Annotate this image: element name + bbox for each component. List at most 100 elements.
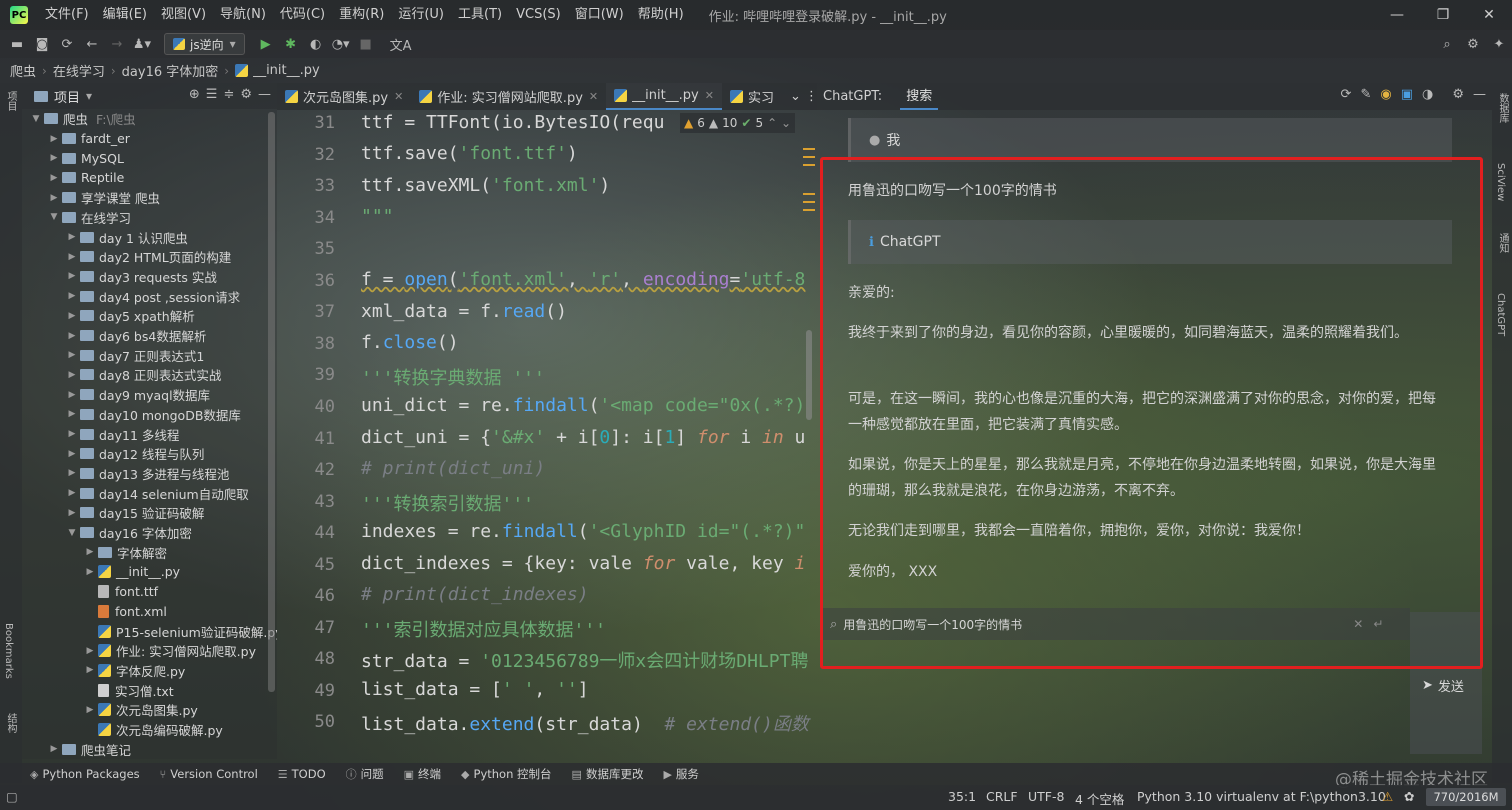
interpreter[interactable]: Python 3.10 virtualenv at F:\python3.10 <box>1137 789 1386 804</box>
locate-icon[interactable]: ⊕ <box>189 87 200 102</box>
tree-item[interactable]: ▶ day2 HTML页面的构建 <box>66 247 232 267</box>
crumb-online[interactable]: 在线学习 <box>53 61 105 80</box>
chevron-right-icon[interactable]: ▶ <box>66 291 78 301</box>
chevron-right-icon[interactable]: ▶ <box>66 468 78 478</box>
tree-item[interactable]: ▶ Reptile <box>48 168 125 188</box>
tab-editor-3[interactable]: 实习 <box>722 83 782 110</box>
chevron-right-icon[interactable]: ▶ <box>66 390 78 400</box>
inspection-widget[interactable]: ▲ 6 ▲ 10 ✔ 5 ⌃ ⌄ <box>680 113 796 133</box>
menu-item-5[interactable]: 重构(R) <box>332 0 391 30</box>
chevron-down-icon[interactable]: ▼ <box>48 212 60 222</box>
save-icon[interactable]: ◙ <box>31 33 53 55</box>
todo-tab[interactable]: ☰ TODO <box>278 767 326 781</box>
tree-item[interactable]: ▶ fardt_er <box>48 129 130 149</box>
open-folder-icon[interactable]: ▬ <box>6 33 28 55</box>
chevron-right-icon[interactable]: ▶ <box>66 252 78 262</box>
tree-item[interactable]: 实习僧.txt <box>84 680 174 700</box>
chevron-right-icon[interactable]: ▶ <box>66 370 78 380</box>
project-tool-tab[interactable]: 项目 <box>3 91 18 111</box>
version-control-tab[interactable]: ⑂ Version Control <box>160 767 258 781</box>
python-console-tab[interactable]: ◆ Python 控制台 <box>461 766 552 782</box>
memory-indicator[interactable]: 770/2016M <box>1426 788 1506 806</box>
tab-editor-0[interactable]: 次元岛图集.py ✕ <box>277 83 411 110</box>
chevron-right-icon[interactable]: ▶ <box>66 488 78 498</box>
tree-item[interactable]: ▶ __init__.py <box>84 562 181 582</box>
search-everywhere-icon[interactable]: ⌕ <box>1436 33 1458 55</box>
chevron-right-icon[interactable]: ▶ <box>84 665 96 675</box>
chevron-right-icon[interactable]: ▶ <box>48 173 60 183</box>
chevron-down-icon[interactable]: ▼ <box>66 528 78 538</box>
chevron-down-icon[interactable]: ▼ <box>30 114 42 124</box>
tab-search[interactable]: 搜索 <box>900 83 939 110</box>
tree-item[interactable]: ▼ day16 字体加密 <box>66 523 192 543</box>
chevron-right-icon[interactable]: ▶ <box>66 350 78 360</box>
back-arrow-icon[interactable]: ← <box>81 33 103 55</box>
tree-item[interactable]: ▶ 作业: 实习僧网站爬取.py <box>84 641 256 661</box>
menu-item-1[interactable]: 编辑(E) <box>96 0 154 30</box>
send-button[interactable]: ➤ 发送 <box>1422 674 1464 696</box>
chrome-icon[interactable]: ◉ <box>1380 87 1391 102</box>
menu-item-4[interactable]: 代码(C) <box>273 0 332 30</box>
menu-item-8[interactable]: VCS(S) <box>509 0 568 30</box>
chevron-right-icon[interactable]: ▶ <box>84 547 96 557</box>
sync-icon[interactable]: ⟳ <box>56 33 78 55</box>
run-icon[interactable]: ▶ <box>255 33 277 55</box>
menu-item-3[interactable]: 导航(N) <box>213 0 273 30</box>
close-tab-icon[interactable]: ✕ <box>589 90 598 103</box>
structure-tool-tab[interactable]: 结构 <box>3 713 18 733</box>
tree-item[interactable]: ▶ day5 xpath解析 <box>66 306 195 326</box>
tree-item[interactable]: font.ttf <box>84 582 158 602</box>
chatgpt-tool-tab[interactable]: ChatGPT <box>1495 293 1506 336</box>
menu-item-7[interactable]: 工具(T) <box>451 0 509 30</box>
crumb-day16[interactable]: day16 字体加密 <box>122 61 219 80</box>
database-tool-tab[interactable]: 数据库 <box>1495 93 1510 123</box>
tree-item[interactable]: ▶ day10 mongoDB数据库 <box>66 405 241 425</box>
project-panel-title[interactable]: 项目 <box>54 87 80 106</box>
expand-all-icon[interactable]: ☰ <box>206 87 218 102</box>
tree-item[interactable]: ▼ 在线学习 <box>48 208 131 228</box>
tree-item[interactable]: ▶ 享学课堂 爬虫 <box>48 188 160 208</box>
crumb-root[interactable]: 爬虫 <box>10 61 36 80</box>
python-packages-tab[interactable]: ◈ Python Packages <box>30 767 140 781</box>
crumb-file[interactable]: __init__.py <box>253 63 320 78</box>
chevron-right-icon[interactable]: ▶ <box>66 271 78 281</box>
chevron-right-icon[interactable]: ▶ <box>66 232 78 242</box>
tree-item[interactable]: ▼ 爬虫 F:\爬虫 <box>30 109 136 129</box>
chevron-right-icon[interactable]: ▶ <box>66 409 78 419</box>
hide-panel-icon[interactable]: — <box>258 87 271 102</box>
translate-icon[interactable]: 文A <box>390 33 412 55</box>
chevron-right-icon[interactable]: ▶ <box>66 449 78 459</box>
forward-arrow-icon[interactable]: → <box>106 33 128 55</box>
bookmarks-tool-tab[interactable]: Bookmarks <box>3 623 14 679</box>
stop-icon[interactable]: ■ <box>355 33 377 55</box>
tree-item[interactable]: 次元岛编码破解.py <box>84 720 223 740</box>
project-tree-scrollbar[interactable] <box>268 112 275 692</box>
refresh-icon[interactable]: ⟳ <box>1341 87 1352 102</box>
chevron-right-icon[interactable]: ▶ <box>84 705 96 715</box>
run-config-select[interactable]: js逆向 ▾ <box>164 33 245 55</box>
tree-item[interactable]: P15-selenium验证码破解.py <box>84 621 277 641</box>
chevron-right-icon[interactable]: ▶ <box>48 744 60 754</box>
panel-settings-icon[interactable]: ⚙ <box>1452 87 1464 102</box>
collapse-all-icon[interactable]: ≑ <box>223 87 234 102</box>
tree-item[interactable]: ▶ day6 bs4数据解析 <box>66 326 207 346</box>
terminal-tab[interactable]: ▣ 终端 <box>404 766 441 782</box>
profile-icon[interactable]: ◔▾ <box>330 33 352 55</box>
code-editor[interactable]: ttf = TTFont(io.BytesIO(requ ttf.save('f… <box>361 110 817 760</box>
menu-item-6[interactable]: 运行(U) <box>391 0 451 30</box>
lock-icon[interactable]: ⚠ <box>1382 789 1393 804</box>
chevron-right-icon[interactable]: ▶ <box>48 134 60 144</box>
file-encoding[interactable]: UTF-8 <box>1028 789 1064 804</box>
plugin-icon[interactable]: ✦ <box>1488 33 1510 55</box>
close-tab-icon[interactable]: ✕ <box>394 90 403 103</box>
chevron-right-icon[interactable]: ▶ <box>84 646 96 656</box>
menu-item-2[interactable]: 视图(V) <box>154 0 213 30</box>
tree-item[interactable]: ▶ day11 多线程 <box>66 424 180 444</box>
gift-icon[interactable]: ▣ <box>1401 87 1413 102</box>
menu-item-9[interactable]: 窗口(W) <box>568 0 631 30</box>
tab-editor-1[interactable]: 作业: 实习僧网站爬取.py ✕ <box>411 83 606 110</box>
chevron-right-icon[interactable]: ▶ <box>48 153 60 163</box>
problems-tab[interactable]: ⓘ 问题 <box>346 766 384 782</box>
tree-item[interactable]: ▶ day14 selenium自动爬取 <box>66 483 249 503</box>
editor-scrollbar[interactable] <box>806 330 812 420</box>
